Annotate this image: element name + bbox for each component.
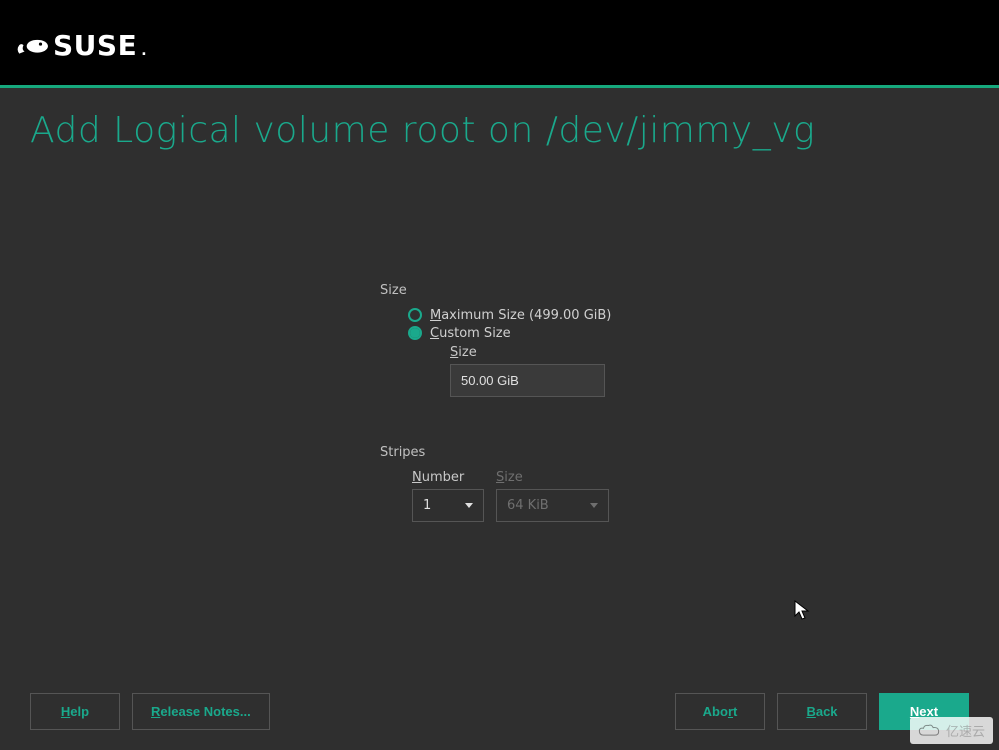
brand-text: SUSE: [53, 32, 137, 60]
back-button[interactable]: Back: [777, 693, 867, 730]
radio-custom-size[interactable]: Custom Size: [408, 326, 969, 341]
chevron-down-icon: [590, 503, 598, 508]
stripes-size-field: Size 64 KiB: [496, 470, 609, 522]
main-panel: Add Logical volume root on /dev/jimmy_vg…: [0, 88, 999, 750]
header-bar: SUSE .: [0, 0, 999, 85]
stripes-number-label: Number: [412, 470, 484, 485]
brand-dot: .: [141, 44, 147, 60]
size-field-label: Size: [450, 345, 969, 360]
radio-selected-icon: [408, 326, 422, 340]
suse-logo: SUSE .: [15, 26, 147, 60]
size-section: Size Maximum Size (499.00 GiB) Custom Si…: [380, 283, 969, 397]
watermark-text: 亿速云: [946, 721, 985, 740]
chameleon-icon: [15, 26, 49, 60]
size-input-group: Size: [450, 345, 969, 397]
size-input[interactable]: [450, 364, 605, 397]
radio-custom-label: Custom Size: [430, 326, 511, 341]
help-button[interactable]: Help: [30, 693, 120, 730]
stripes-size-select: 64 KiB: [496, 489, 609, 522]
release-notes-button[interactable]: Release Notes...: [132, 693, 270, 730]
size-group-label: Size: [380, 283, 969, 298]
stripes-group-label: Stripes: [380, 445, 969, 460]
page-title: Add Logical volume root on /dev/jimmy_vg: [30, 110, 969, 151]
footer-bar: Help Release Notes... Abort Back Next: [30, 693, 969, 730]
watermark: 亿速云: [910, 717, 993, 744]
radio-max-label: Maximum Size (499.00 GiB): [430, 308, 611, 323]
radio-unselected-icon: [408, 308, 422, 322]
chevron-down-icon: [465, 503, 473, 508]
form-area: Size Maximum Size (499.00 GiB) Custom Si…: [30, 151, 969, 693]
radio-max-size[interactable]: Maximum Size (499.00 GiB): [408, 308, 969, 323]
cloud-icon: [918, 723, 940, 739]
abort-button[interactable]: Abort: [675, 693, 765, 730]
stripes-section: Stripes Number 1 Size 64 KiB: [380, 445, 969, 522]
stripes-number-field: Number 1: [412, 470, 484, 522]
stripes-number-select[interactable]: 1: [412, 489, 484, 522]
stripes-size-label: Size: [496, 470, 609, 485]
